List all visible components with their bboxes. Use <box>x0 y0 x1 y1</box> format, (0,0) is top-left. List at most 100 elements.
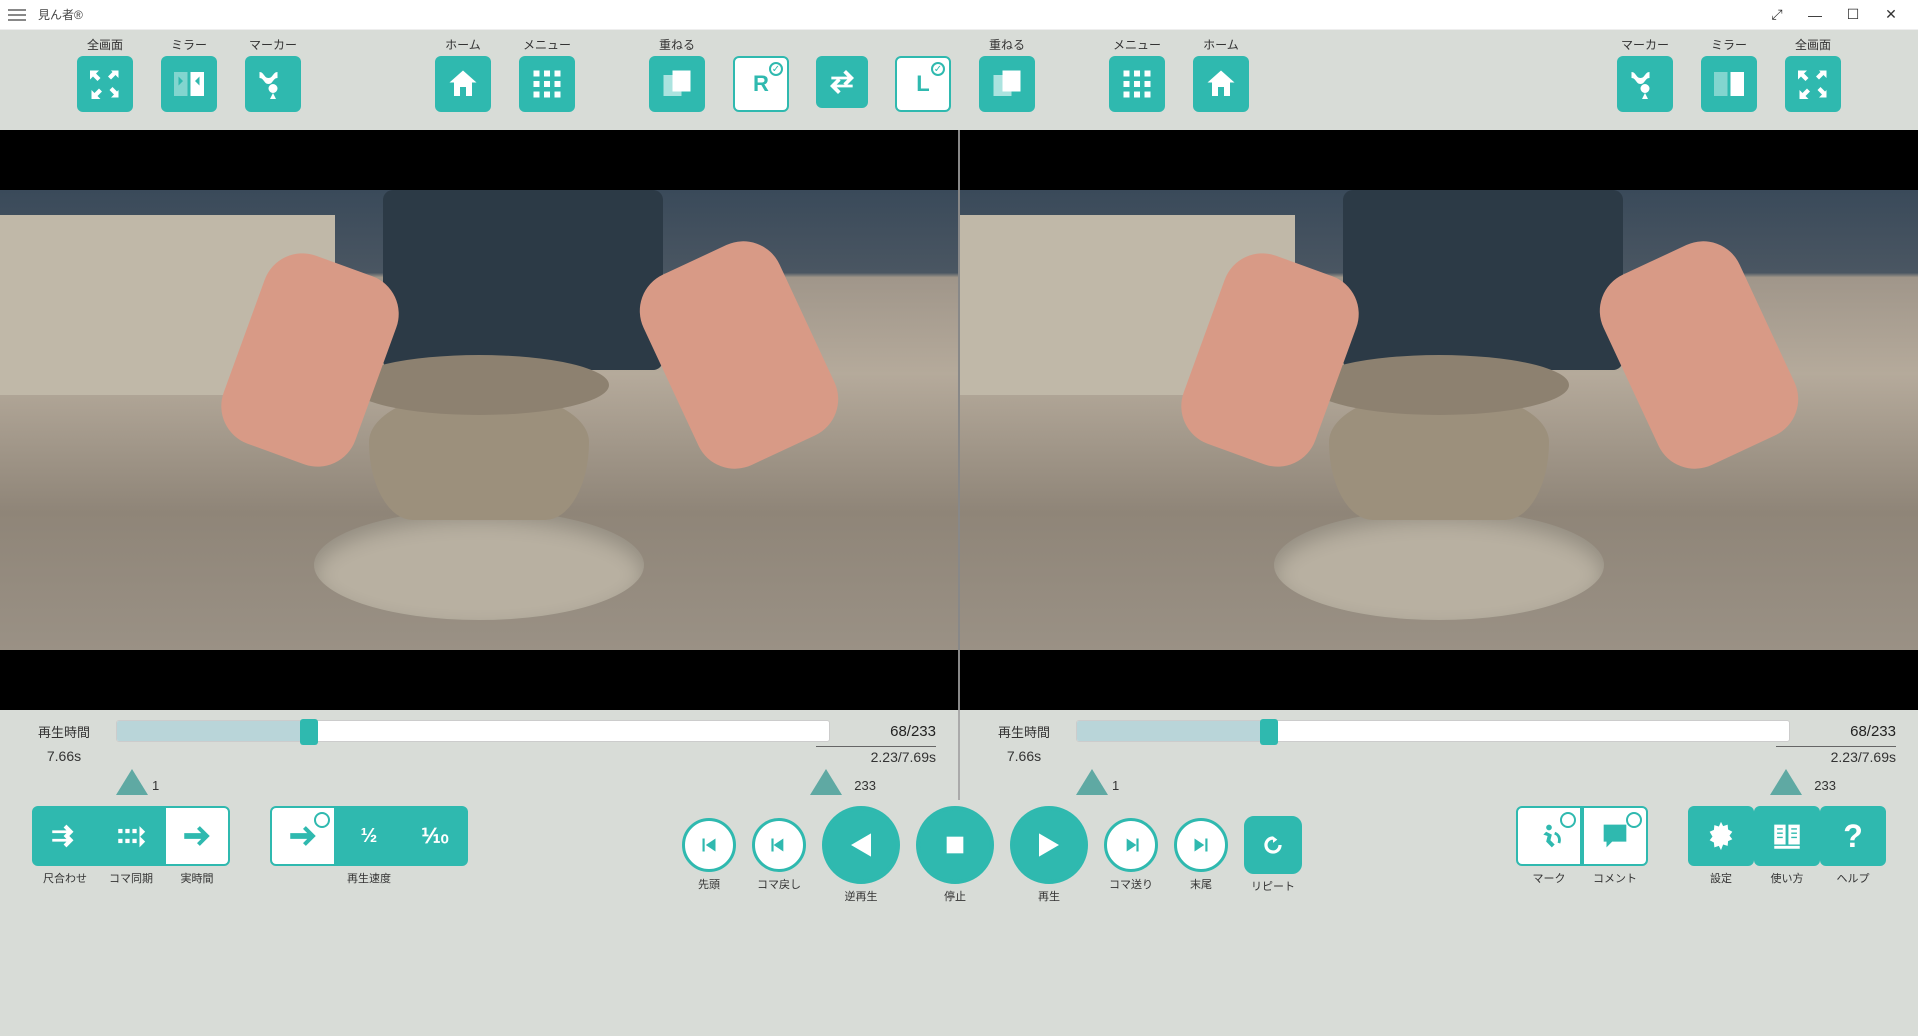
overlay-left-button[interactable] <box>649 56 705 112</box>
frame-count-right: 68/233 <box>1800 723 1896 740</box>
home-right-label: ホーム <box>1203 36 1239 52</box>
range-start-value-right: 1 <box>1112 778 1119 793</box>
window-minimize-icon[interactable]: — <box>1796 7 1834 23</box>
comment-label: コメント <box>1593 870 1637 884</box>
overlay-right-label: 重ねる <box>989 36 1025 52</box>
window-fullscreen-icon[interactable]: ⤢ <box>1758 6 1796 23</box>
sync-mode-group: 尺合わせ コマ同期 実時間 <box>32 806 230 884</box>
overlay-l-button[interactable]: L ✓ <box>895 56 951 112</box>
skip-next-icon <box>1188 832 1214 858</box>
stop-button[interactable] <box>916 806 994 884</box>
left-tools-appearance: 全画面 ミラー マーカー <box>70 36 308 112</box>
range-start-handle-right[interactable] <box>1076 769 1108 795</box>
duration-left: 2.23/7.69s <box>816 746 936 765</box>
mirror-right-label: ミラー <box>1711 36 1747 52</box>
marker-left-button[interactable] <box>245 56 301 112</box>
go-tail-button[interactable] <box>1174 818 1228 872</box>
overlay-icon <box>659 66 695 102</box>
frame-sync-button[interactable] <box>98 806 164 866</box>
grid-icon <box>1119 66 1155 102</box>
book-icon <box>1770 819 1804 853</box>
video-pane-left[interactable] <box>0 130 960 710</box>
arrows-right-icon <box>48 819 82 853</box>
fullscreen-left-label: 全画面 <box>87 36 123 52</box>
help-button[interactable]: ? <box>1820 806 1886 866</box>
play-button[interactable] <box>1010 806 1088 884</box>
marker-right-button[interactable] <box>1617 56 1673 112</box>
swap-panes-button[interactable] <box>816 56 868 108</box>
step-forward-button[interactable] <box>1104 818 1158 872</box>
stop-icon <box>935 825 975 865</box>
home-left-button[interactable] <box>435 56 491 112</box>
step-forward-label: コマ送り <box>1109 876 1153 890</box>
speed-half-button[interactable]: ½ <box>336 806 402 866</box>
top-toolbar: 全画面 ミラー マーカー ホーム メニュー <box>0 30 1918 130</box>
step-back-button[interactable] <box>752 818 806 872</box>
expand-icon <box>87 66 123 102</box>
video-pane-right[interactable] <box>960 130 1918 710</box>
range-end-handle-left[interactable] <box>810 769 842 795</box>
fullscreen-right-button[interactable] <box>1785 56 1841 112</box>
overlay-right-button[interactable] <box>979 56 1035 112</box>
range-start-handle-left[interactable] <box>116 769 148 795</box>
play-reverse-button[interactable] <box>822 806 900 884</box>
window-close-icon[interactable]: ✕ <box>1872 6 1910 23</box>
range-end-value-right: 233 <box>1814 778 1836 793</box>
transport-group: 先頭 コマ戻し 逆再生 停止 再生 コマ送り 末尾 リピート <box>674 806 1310 902</box>
marker-icon <box>1627 66 1663 102</box>
left-tools-nav: ホーム メニュー <box>428 36 582 112</box>
range-end-value-left: 233 <box>854 778 876 793</box>
step-back-icon <box>766 832 792 858</box>
seek-slider-left[interactable] <box>116 720 830 742</box>
go-head-button[interactable] <box>682 818 736 872</box>
real-time-label: 実時間 <box>181 870 214 884</box>
range-end-handle-right[interactable] <box>1770 769 1802 795</box>
repeat-label: リピート <box>1251 878 1295 892</box>
mirror-left-button[interactable] <box>161 56 217 112</box>
window-maximize-icon[interactable]: ☐ <box>1834 6 1872 23</box>
check-icon <box>314 812 330 828</box>
right-tools-appearance: マーカー ミラー 全画面 <box>1610 36 1848 112</box>
marker-icon <box>255 66 291 102</box>
mark-button[interactable] <box>1516 806 1582 866</box>
menu-right-label: メニュー <box>1113 36 1161 52</box>
home-icon <box>445 66 481 102</box>
check-icon <box>1626 812 1642 828</box>
settings-button[interactable] <box>1688 806 1754 866</box>
menu-right-button[interactable] <box>1109 56 1165 112</box>
hamburger-icon[interactable] <box>8 6 26 24</box>
home-left-label: ホーム <box>445 36 481 52</box>
slider-area: 再生時間 68/233 7.66s 2.23/7.69s 1 233 再生時間 … <box>0 710 1918 800</box>
repeat-button[interactable] <box>1244 816 1302 874</box>
real-time-button[interactable] <box>164 806 230 866</box>
play-label: 再生 <box>1038 888 1060 902</box>
menu-left-button[interactable] <box>519 56 575 112</box>
play-reverse-icon <box>841 825 881 865</box>
speed-tenth-text: ⅒ <box>421 824 448 849</box>
question-icon: ? <box>1843 818 1863 855</box>
overlay-r-button[interactable]: R ✓ <box>733 56 789 112</box>
mark-range-left[interactable]: 1 233 <box>116 765 842 795</box>
mirror-right-button[interactable] <box>1701 56 1757 112</box>
scale-fit-label: 尺合わせ <box>43 870 87 884</box>
go-head-label: 先頭 <box>698 876 720 890</box>
howto-button[interactable] <box>1754 806 1820 866</box>
home-icon <box>1203 66 1239 102</box>
mark-range-right[interactable]: 1 233 <box>1076 765 1802 795</box>
speed-1x-button[interactable] <box>270 806 336 866</box>
comment-button[interactable] <box>1582 806 1648 866</box>
scale-fit-button[interactable] <box>32 806 98 866</box>
marker-right-label: マーカー <box>1621 36 1669 52</box>
range-start-value-left: 1 <box>152 778 159 793</box>
duration-right: 2.23/7.69s <box>1776 746 1896 765</box>
grid-icon <box>529 66 565 102</box>
go-tail-label: 末尾 <box>1190 876 1212 890</box>
seek-slider-right[interactable] <box>1076 720 1790 742</box>
right-overlay-group: L ✓ 重ねる <box>888 36 1042 112</box>
fullscreen-left-button[interactable] <box>77 56 133 112</box>
home-right-button[interactable] <box>1193 56 1249 112</box>
gear-icon <box>1704 819 1738 853</box>
frame-sync-label: コマ同期 <box>109 870 153 884</box>
stop-label: 停止 <box>944 888 966 902</box>
speed-tenth-button[interactable]: ⅒ <box>402 806 468 866</box>
